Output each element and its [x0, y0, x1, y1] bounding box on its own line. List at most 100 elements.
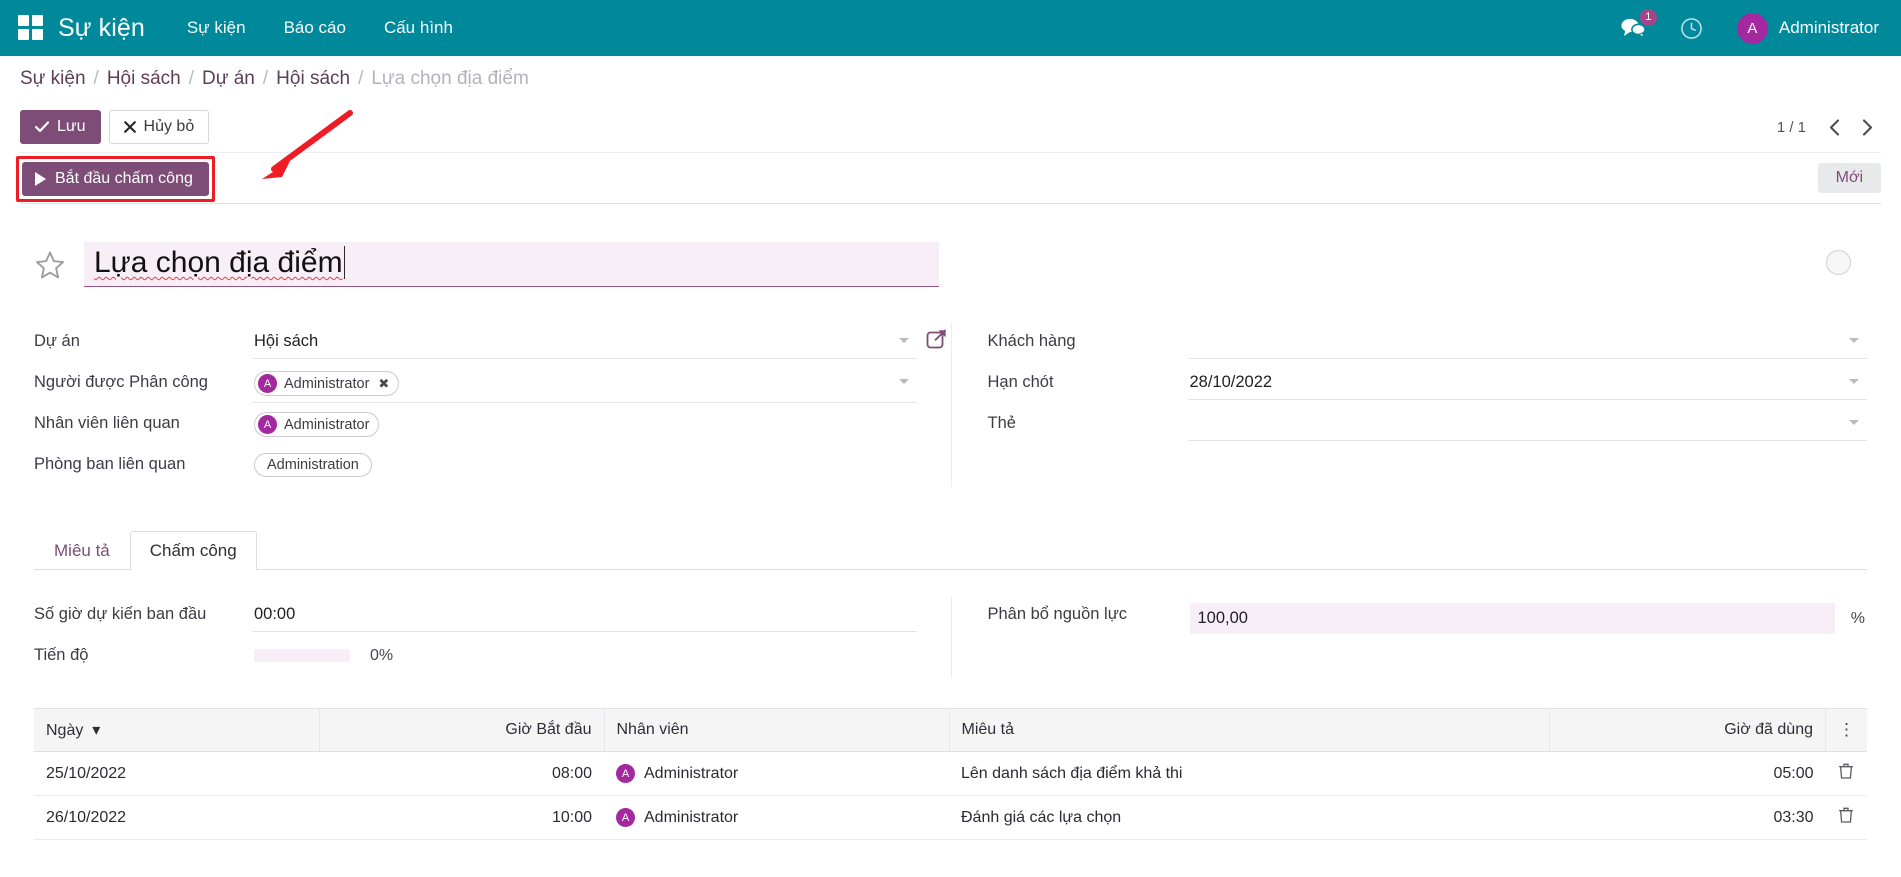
resource-allocation-input[interactable]: 100,00 — [1190, 603, 1835, 634]
breadcrumb: Sự kiện / Hội sách / Dự án / Hội sách / … — [0, 56, 1901, 102]
discard-button[interactable]: Hủy bỏ — [109, 110, 210, 144]
status-badge-new[interactable]: Mới — [1818, 163, 1881, 193]
text-cursor — [344, 246, 346, 279]
pager-count: 1 / 1 — [1768, 116, 1815, 139]
column-header-description[interactable]: Miêu tả — [949, 709, 1549, 752]
field-label-customer: Khách hàng — [988, 323, 1188, 351]
cell-description[interactable]: Đánh giá các lựa chọn — [949, 796, 1549, 840]
user-menu[interactable]: A Administrator — [1737, 13, 1879, 44]
trash-icon — [1839, 763, 1853, 779]
table-header-row: Ngày ▾ Giờ Bắt đầu Nhân viên Miêu tả Giờ… — [34, 709, 1867, 752]
breadcrumb-item-bookfair-2[interactable]: Hội sách — [276, 68, 350, 90]
tab-description[interactable]: Miêu tả — [34, 531, 130, 570]
tag-remove-icon[interactable]: ✖ — [378, 376, 389, 392]
save-button[interactable]: Lưu — [20, 110, 101, 144]
menu-item-events[interactable]: Sự kiện — [187, 18, 246, 38]
column-options-button[interactable]: ⋮ — [1826, 709, 1868, 752]
field-assignees: Người được Phân công A Administrator ✖ — [34, 364, 917, 405]
navbar-right-tools: 1 A Administrator — [1621, 13, 1879, 44]
column-header-employee[interactable]: Nhân viên — [604, 709, 949, 752]
avatar: A — [1737, 13, 1768, 44]
field-deadline: Hạn chót 28/10/2022 — [988, 364, 1868, 405]
cell-date[interactable]: 26/10/2022 — [34, 796, 319, 840]
form-sheet: Lựa chọn địa điểm Dự án Hội sách — [0, 204, 1901, 853]
start-timesheet-button[interactable]: Bắt đầu chấm công — [22, 162, 209, 196]
field-label-resource-allocation: Phân bổ nguồn lực — [988, 596, 1188, 624]
record-title-input[interactable]: Lựa chọn địa điểm — [84, 242, 939, 287]
user-name-label: Administrator — [1779, 18, 1879, 38]
chevron-down-icon[interactable] — [1849, 420, 1859, 425]
field-label-related-employee: Nhân viên liên quan — [34, 405, 252, 433]
save-button-label: Lưu — [57, 118, 86, 136]
field-label-deadline: Hạn chót — [988, 364, 1188, 392]
add-line-button[interactable]: Thêm một dòng — [34, 840, 170, 853]
column-header-start-hour[interactable]: Giờ Bắt đầu — [319, 709, 604, 752]
breadcrumb-item-project[interactable]: Dự án — [202, 68, 255, 90]
cell-start-hour[interactable]: 10:00 — [319, 796, 604, 840]
table-row[interactable]: 25/10/2022 08:00 A Administrator Lên dan… — [34, 752, 1867, 796]
field-value-deadline[interactable]: 28/10/2022 — [1188, 364, 1868, 400]
field-value-progress: 0% — [252, 637, 917, 673]
field-value-related-employee[interactable]: A Administrator — [252, 405, 917, 443]
app-brand-title[interactable]: Sự kiện — [58, 14, 145, 43]
field-value-project[interactable]: Hội sách — [252, 323, 917, 359]
pager-next-button[interactable] — [1853, 113, 1881, 141]
chevron-down-icon[interactable] — [1849, 379, 1859, 384]
column-header-hours-spent[interactable]: Giờ đã dùng — [1549, 709, 1826, 752]
tag-assignee[interactable]: A Administrator ✖ — [254, 371, 399, 396]
messages-button[interactable]: 1 — [1621, 17, 1646, 39]
field-customer: Khách hàng — [988, 323, 1868, 364]
field-label-related-department: Phòng ban liên quan — [34, 446, 252, 474]
row-delete-button[interactable] — [1826, 796, 1868, 840]
apps-grid-cell — [32, 29, 43, 40]
main-menu: Sự kiện Báo cáo Cấu hình — [187, 18, 453, 38]
external-link-icon[interactable] — [925, 327, 949, 356]
cell-employee[interactable]: A Administrator — [604, 752, 949, 796]
record-title-row: Lựa chọn địa điểm — [34, 242, 1873, 287]
cell-employee[interactable]: A Administrator — [604, 796, 949, 840]
field-value-assignees[interactable]: A Administrator ✖ — [252, 364, 917, 403]
field-text-deadline: 28/10/2022 — [1190, 373, 1273, 392]
cell-date[interactable]: 25/10/2022 — [34, 752, 319, 796]
chevron-down-icon[interactable] — [1849, 338, 1859, 343]
timesheet-table: Ngày ▾ Giờ Bắt đầu Nhân viên Miêu tả Giờ… — [34, 708, 1867, 840]
breadcrumb-item-bookfair[interactable]: Hội sách — [107, 68, 181, 90]
activities-button[interactable] — [1680, 17, 1703, 40]
apps-grid-cell — [18, 15, 29, 26]
star-outline-icon[interactable] — [34, 249, 66, 281]
field-value-related-department[interactable]: Administration — [252, 446, 917, 483]
cell-hours-spent[interactable]: 05:00 — [1549, 752, 1826, 796]
chevron-down-icon[interactable] — [899, 338, 909, 343]
tag-avatar: A — [258, 374, 277, 393]
play-icon — [35, 172, 46, 186]
avatar: A — [616, 808, 635, 827]
cell-start-hour[interactable]: 08:00 — [319, 752, 604, 796]
field-value-initial-planned-hours[interactable]: 00:00 — [252, 596, 917, 632]
pager-previous-button[interactable] — [1820, 113, 1848, 141]
field-value-customer[interactable] — [1188, 323, 1868, 359]
cell-description[interactable]: Lên danh sách địa điểm khả thi — [949, 752, 1549, 796]
menu-item-reports[interactable]: Báo cáo — [284, 18, 346, 38]
table-row[interactable]: 26/10/2022 10:00 A Administrator Đánh gi… — [34, 796, 1867, 840]
record-title-text: Lựa chọn địa điểm — [94, 246, 343, 279]
notebook-tabs: Miêu tả Chấm công — [34, 531, 1867, 570]
cell-hours-spent[interactable]: 03:30 — [1549, 796, 1826, 840]
percent-suffix-label: % — [1851, 610, 1865, 628]
field-label-progress: Tiến độ — [34, 637, 252, 665]
chevron-right-icon — [1862, 119, 1873, 136]
tab-timesheets[interactable]: Chấm công — [130, 531, 257, 570]
timesheet-table-body: 25/10/2022 08:00 A Administrator Lên dan… — [34, 752, 1867, 840]
column-header-date[interactable]: Ngày ▾ — [34, 709, 319, 752]
row-delete-button[interactable] — [1826, 752, 1868, 796]
apps-grid-icon[interactable] — [18, 15, 44, 41]
breadcrumb-item-events[interactable]: Sự kiện — [20, 68, 86, 90]
field-value-tags[interactable] — [1188, 405, 1868, 441]
field-value-resource-allocation[interactable]: 100,00 % — [1188, 596, 1868, 640]
timesheet-left-fields: Số giờ dự kiến ban đầu 00:00 Tiến độ 0% — [34, 596, 951, 678]
chevron-down-icon[interactable] — [899, 379, 909, 384]
timesheet-table-head: Ngày ▾ Giờ Bắt đầu Nhân viên Miêu tả Giờ… — [34, 709, 1867, 752]
kanban-state-circle-icon[interactable] — [1826, 250, 1851, 275]
menu-item-configuration[interactable]: Cấu hình — [384, 18, 453, 38]
field-related-department: Phòng ban liên quan Administration — [34, 446, 917, 487]
chevron-left-icon — [1829, 119, 1840, 136]
